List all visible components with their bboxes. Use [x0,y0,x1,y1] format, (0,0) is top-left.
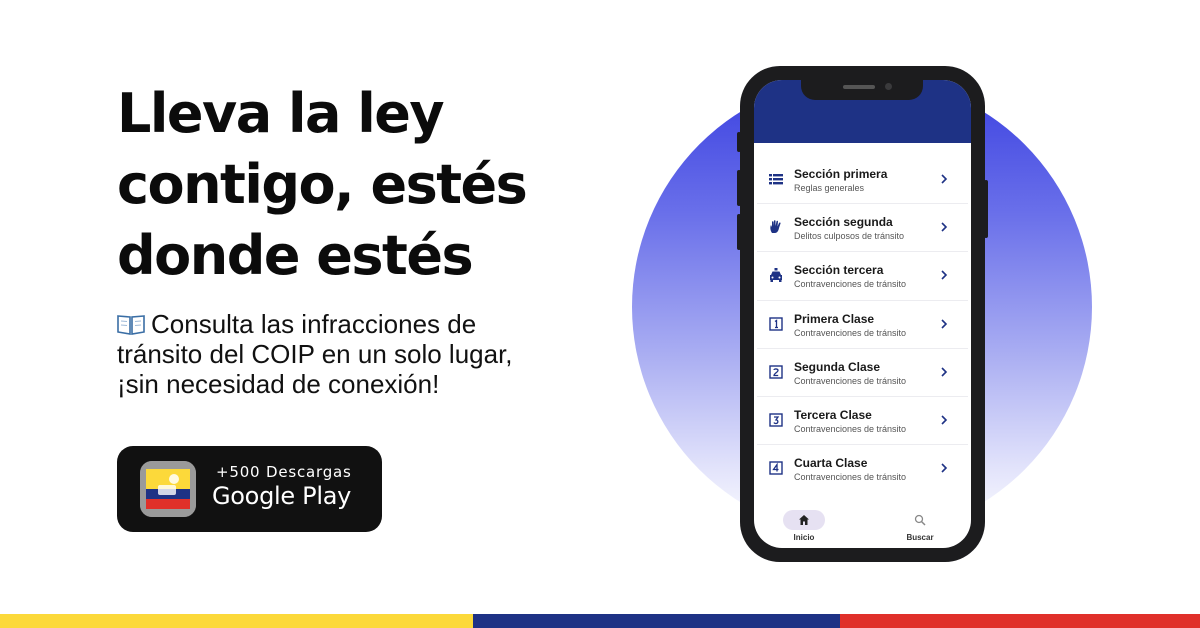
headline-line-3: donde estés [117,224,474,287]
list-item-tercera-clase[interactable]: Tercera Clase Contravenciones de tránsit… [757,397,968,446]
list-item-seccion-segunda[interactable]: Sección segunda Delitos culposos de trán… [757,204,968,253]
headline-line-2: contigo, estés [117,153,528,216]
flag-stripe-blue [473,614,840,628]
phone-side-button [737,132,741,152]
list-item-seccion-primera[interactable]: Sección primera Reglas generales [757,156,968,205]
phone-volume-down [737,214,741,250]
item-title: Segunda Clase [794,359,881,374]
list-icon [769,174,783,185]
subtext: Consulta las infracciones de tránsito de… [117,309,547,399]
item-subtitle: Reglas generales [794,183,865,193]
flag-stripe-red [840,614,1200,628]
item-subtitle: Contravenciones de tránsito [794,327,907,338]
store-name: Google Play [212,482,352,510]
chevron-right-icon [941,367,948,377]
item-subtitle: Contravenciones de tránsito [794,472,907,483]
nav-home[interactable]: Inicio [778,510,830,546]
app-logo-icon [140,461,196,517]
nav-home-label: Inicio [793,533,815,542]
list-item-cuarta-clase[interactable]: Cuarta Clase Contravenciones de tránsito [757,445,968,493]
list-item-segunda-clase[interactable]: Segunda Clase Contravenciones de tránsit… [757,349,968,397]
phone-notch [801,80,923,100]
chevron-right-icon [941,222,948,232]
chevron-right-icon [941,270,948,280]
number-2-icon [769,365,783,379]
subtext-label: Consulta las infracciones de tránsito de… [117,309,513,399]
headline: Lleva la ley contigo, estés donde estés [117,78,587,291]
nav-search-label: Buscar [906,533,934,542]
item-subtitle: Delitos culposos de tránsito [794,231,905,242]
speaker-icon [843,85,875,89]
list-item-seccion-tercera[interactable]: Sección tercera Contravenciones de tráns… [757,252,968,301]
item-subtitle: Contravenciones de tránsito [794,375,907,386]
hand-icon [770,220,781,234]
open-book-icon [117,315,145,335]
item-title: Sección primera [794,167,888,181]
chevron-right-icon [941,318,948,329]
downloads-count: +500 Descargas [216,463,352,481]
chevron-right-icon [941,174,948,184]
google-play-badge[interactable]: +500 Descargas Google Play [117,446,382,532]
camera-icon [885,83,892,90]
section-list: Sección primera Reglas generales Sección… [754,156,971,493]
item-subtitle: Contravenciones de tránsito [794,423,907,434]
item-title: Sección tercera [794,263,884,278]
search-icon [914,514,926,526]
headline-line-1: Lleva la ley [117,82,445,145]
ecuador-flag-icon [140,461,196,517]
phone-screen: Sección primera Reglas generales Sección… [754,80,971,548]
phone-power-button [984,180,988,238]
phone-volume-up [737,170,741,206]
bottom-nav: Inicio Buscar [754,510,971,548]
number-3-icon [769,413,783,427]
item-title: Cuarta Clase [794,456,868,471]
number-1-icon [769,316,783,331]
list-item-primera-clase[interactable]: Primera Clase Contravenciones de tránsit… [757,301,968,349]
item-title: Tercera Clase [794,407,872,422]
police-car-icon [770,268,782,283]
item-title: Primera Clase [794,311,875,326]
flag-stripe-yellow [0,614,473,628]
home-icon [799,515,809,525]
nav-search[interactable]: Buscar [894,510,946,546]
chevron-right-icon [941,415,948,425]
phone-mockup: Sección primera Reglas generales Sección… [737,66,988,562]
item-title: Sección segunda [794,215,893,230]
item-subtitle: Contravenciones de tránsito [794,279,907,290]
chevron-right-icon [941,463,948,473]
number-4-icon [769,461,783,475]
